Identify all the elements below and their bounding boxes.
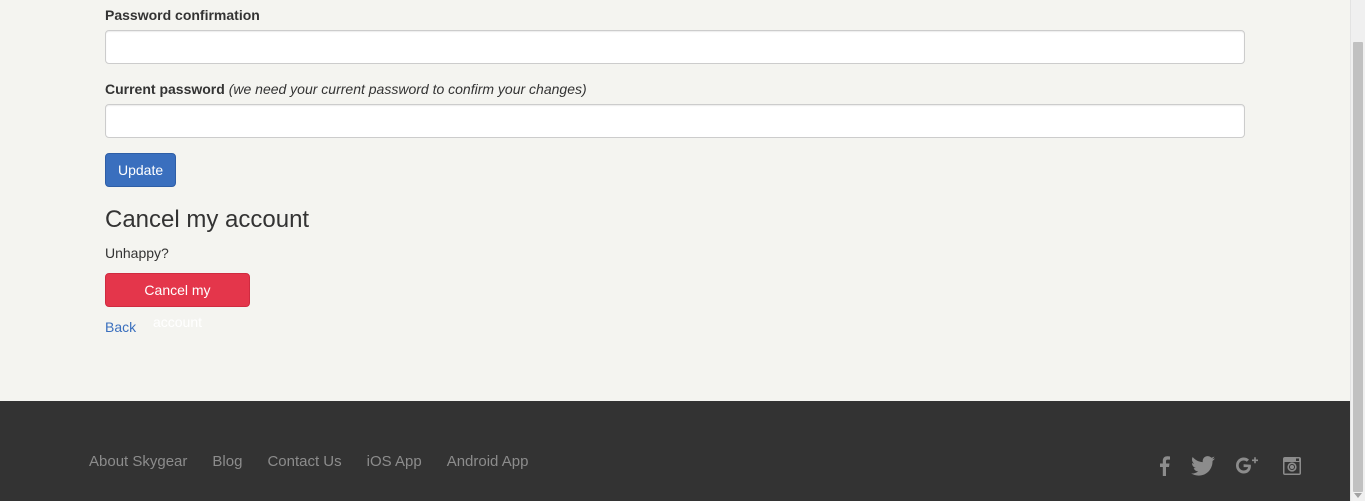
facebook-icon[interactable] bbox=[1152, 454, 1176, 478]
footer-link-ios-app[interactable]: iOS App bbox=[367, 453, 422, 471]
current-password-field[interactable] bbox=[105, 104, 1245, 138]
current-password-label-text: Current password bbox=[105, 81, 225, 97]
footer-link-blog[interactable]: Blog bbox=[212, 453, 242, 471]
update-button[interactable]: Update bbox=[105, 153, 176, 187]
footer-link-android-app[interactable]: Android App bbox=[447, 453, 529, 471]
current-password-label: Current password (we need your current p… bbox=[105, 79, 587, 99]
footer: About Skygear Blog Contact Us iOS App An… bbox=[0, 401, 1350, 501]
instagram-icon[interactable] bbox=[1280, 454, 1304, 478]
password-confirmation-field[interactable] bbox=[105, 30, 1245, 64]
cancel-account-heading: Cancel my account bbox=[105, 206, 310, 233]
google-plus-icon[interactable] bbox=[1236, 454, 1260, 478]
current-password-hint: (we need your current password to confir… bbox=[228, 81, 587, 97]
footer-link-about[interactable]: About Skygear bbox=[89, 453, 187, 471]
cancel-account-button[interactable]: Cancel my account bbox=[105, 273, 250, 330]
scrollbar-thumb[interactable] bbox=[1353, 42, 1363, 492]
password-confirmation-label: Password confirmation bbox=[105, 7, 260, 23]
footer-link-contact[interactable]: Contact Us bbox=[267, 453, 341, 471]
vertical-scrollbar[interactable] bbox=[1350, 0, 1365, 501]
unhappy-text: Unhappy? bbox=[105, 245, 169, 261]
page: Password confirmation Current password (… bbox=[0, 0, 1350, 501]
twitter-icon[interactable] bbox=[1191, 454, 1215, 478]
back-link[interactable]: Back bbox=[105, 318, 136, 336]
scroll-down-arrow-icon[interactable] bbox=[1354, 493, 1362, 498]
footer-nav: About Skygear Blog Contact Us iOS App An… bbox=[89, 453, 553, 471]
